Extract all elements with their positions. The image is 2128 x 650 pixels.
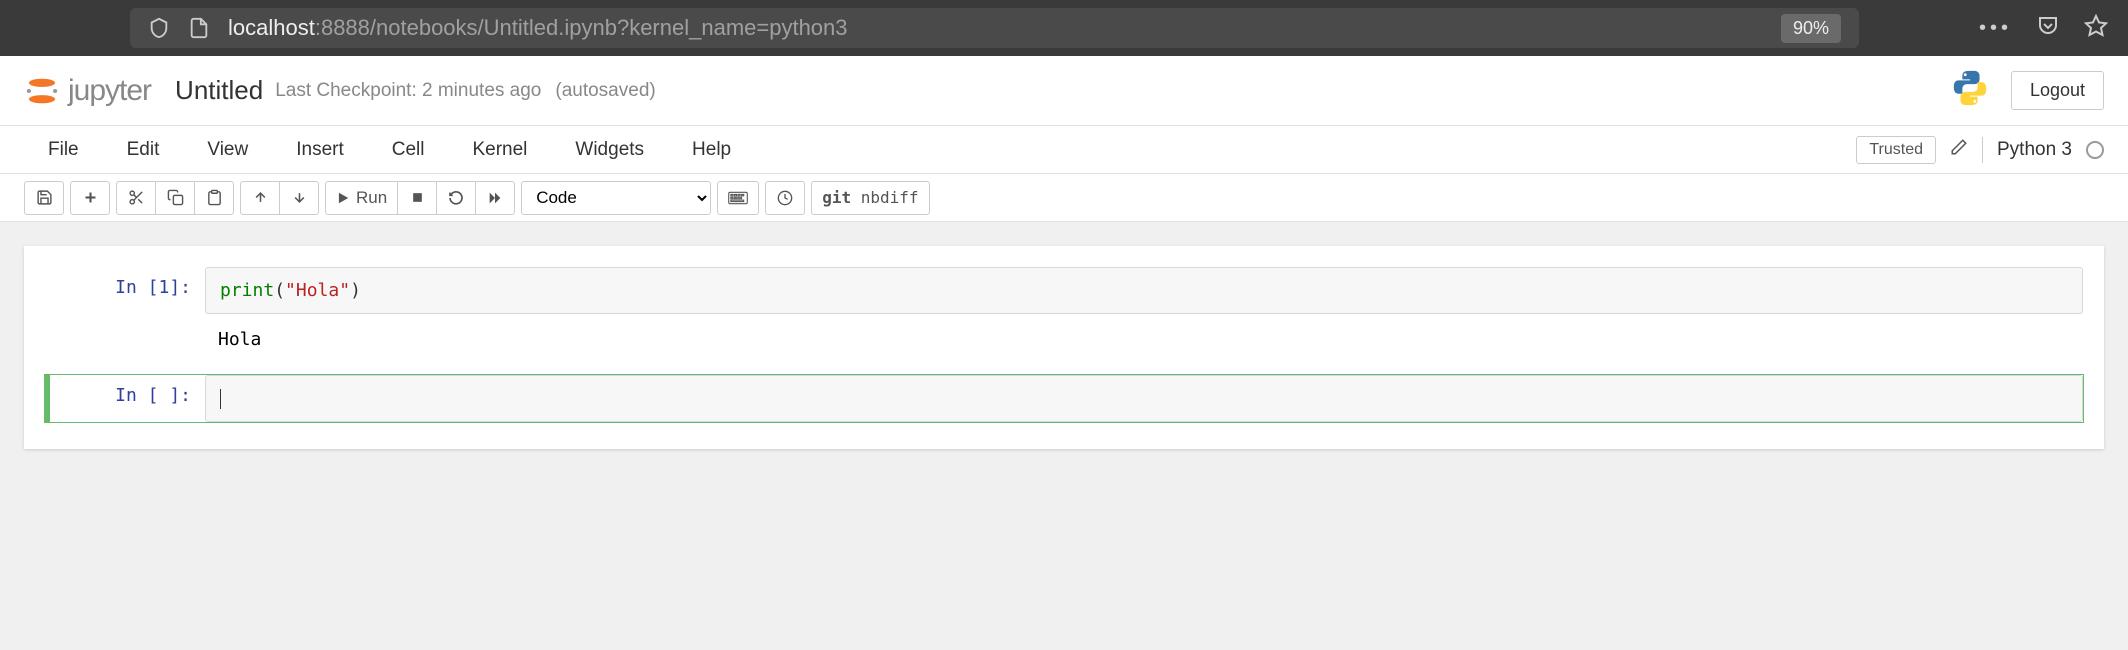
logo-text: jupyter (68, 74, 151, 108)
menu-file[interactable]: File (24, 129, 103, 171)
stop-button[interactable] (397, 181, 437, 215)
cell-output: Hola (204, 321, 2084, 358)
url-text: localhost:8888/notebooks/Untitled.ipynb?… (228, 15, 848, 41)
menu-insert[interactable]: Insert (272, 129, 368, 171)
notebook-wrapper: In [1]: print("Hola") Hola In [ ]: (0, 222, 2128, 473)
cut-button[interactable] (116, 181, 156, 215)
kernel-name[interactable]: Python 3 (1997, 139, 2072, 161)
kernel-status-icon (2086, 141, 2104, 159)
bookmark-star-icon[interactable] (2084, 14, 2108, 43)
browser-chrome: localhost:8888/notebooks/Untitled.ipynb?… (0, 0, 2128, 56)
notebook-container: In [1]: print("Hola") Hola In [ ]: (24, 246, 2104, 449)
code-input[interactable]: print("Hola") (205, 267, 2083, 314)
toolbar: Run Code git nbdiff (0, 174, 2128, 222)
run-button[interactable]: Run (325, 181, 398, 215)
zoom-badge[interactable]: 90% (1781, 14, 1841, 43)
logout-button[interactable]: Logout (2011, 71, 2104, 110)
document-icon (188, 17, 210, 39)
timer-button[interactable] (765, 181, 805, 215)
more-icon[interactable]: ••• (1979, 17, 2012, 40)
notebook-title[interactable]: Untitled (175, 75, 263, 106)
code-cell[interactable]: In [1]: print("Hola") (44, 266, 2084, 315)
menu-view[interactable]: View (183, 129, 272, 171)
jupyter-logo[interactable]: jupyter (24, 73, 151, 109)
code-input[interactable] (205, 375, 2083, 422)
trusted-badge[interactable]: Trusted (1856, 136, 1936, 164)
jupyter-header: jupyter Untitled Last Checkpoint: 2 minu… (0, 56, 2128, 126)
input-prompt: In [ ]: (45, 375, 205, 422)
output-prompt (44, 321, 204, 358)
code-cell[interactable]: In [ ]: (44, 374, 2084, 423)
paste-button[interactable] (194, 181, 234, 215)
output-row: Hola (44, 321, 2084, 358)
command-palette-button[interactable] (717, 181, 759, 215)
move-down-button[interactable] (279, 181, 319, 215)
menubar: File Edit View Insert Cell Kernel Widget… (0, 126, 2128, 174)
menu-widgets[interactable]: Widgets (551, 129, 668, 171)
menu-cell[interactable]: Cell (368, 129, 449, 171)
divider (1982, 137, 1983, 163)
restart-run-button[interactable] (475, 181, 515, 215)
copy-button[interactable] (155, 181, 195, 215)
move-up-button[interactable] (240, 181, 280, 215)
pencil-icon[interactable] (1950, 138, 1968, 161)
add-cell-button[interactable] (70, 181, 110, 215)
save-button[interactable] (24, 181, 64, 215)
input-prompt: In [1]: (45, 267, 205, 314)
autosaved-text: (autosaved) (555, 80, 655, 102)
restart-button[interactable] (436, 181, 476, 215)
shield-icon[interactable] (148, 17, 170, 39)
menu-help[interactable]: Help (668, 129, 755, 171)
checkpoint-text: Last Checkpoint: 2 minutes ago (275, 80, 541, 102)
nbdiff-button[interactable]: git nbdiff (811, 181, 929, 215)
menu-edit[interactable]: Edit (103, 129, 184, 171)
browser-actions: ••• (1979, 14, 2108, 43)
menu-kernel[interactable]: Kernel (448, 129, 551, 171)
url-bar[interactable]: localhost:8888/notebooks/Untitled.ipynb?… (130, 8, 1859, 48)
cell-type-select[interactable]: Code (521, 181, 711, 215)
python-logo-icon (1949, 67, 1991, 114)
pocket-icon[interactable] (2036, 14, 2060, 43)
